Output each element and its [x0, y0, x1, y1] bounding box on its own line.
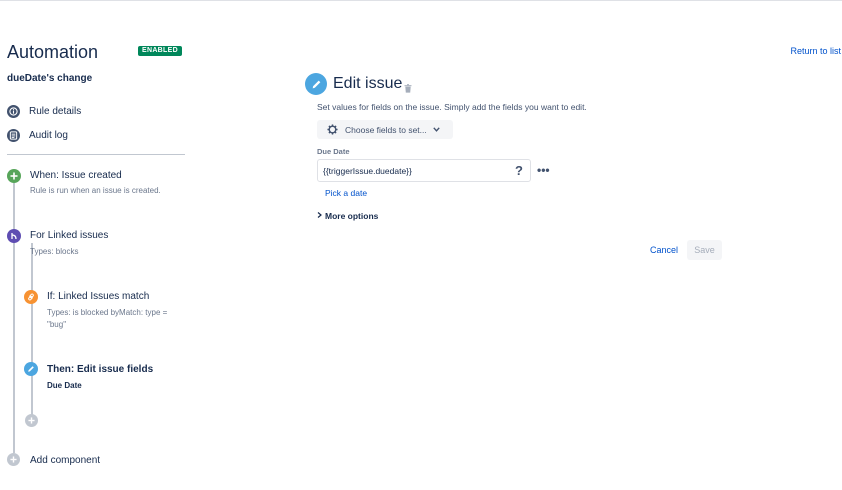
due-date-input[interactable]: [317, 159, 531, 182]
step-condition-subtitle-2: "bug": [47, 320, 67, 329]
more-icon[interactable]: •••: [537, 163, 550, 177]
branch-line: [31, 243, 33, 419]
timeline-line: [13, 183, 15, 453]
chevron-right-icon: [317, 212, 322, 218]
step-branch[interactable]: For Linked issues: [30, 230, 108, 241]
gear-icon: [327, 124, 338, 135]
more-options-label: More options: [325, 211, 379, 221]
pencil-icon: [24, 362, 38, 376]
branch-icon: [7, 229, 21, 243]
step-condition[interactable]: If: Linked Issues match: [47, 291, 149, 302]
return-to-list-link[interactable]: Return to list: [790, 46, 841, 56]
link-icon: [24, 290, 38, 304]
due-date-label: Due Date: [317, 147, 350, 156]
nav-label: Audit log: [29, 130, 68, 141]
choose-fields-dropdown[interactable]: Choose fields to set...: [317, 120, 453, 139]
nav-rule-details[interactable]: Rule details: [7, 105, 81, 118]
pick-a-date-link[interactable]: Pick a date: [325, 188, 367, 198]
edit-description: Set values for fields on the issue. Simp…: [317, 102, 587, 112]
choose-fields-label: Choose fields to set...: [345, 124, 427, 135]
enabled-badge: ENABLED: [138, 46, 182, 56]
rule-name: dueDate's change: [7, 73, 93, 84]
save-button[interactable]: Save: [687, 240, 722, 260]
sidebar-divider: [7, 154, 185, 155]
help-icon[interactable]: ?: [515, 163, 523, 178]
edit-pencil-icon: [305, 73, 327, 95]
nav-label: Rule details: [29, 106, 82, 117]
info-icon: [7, 105, 20, 118]
page-title: Automation: [7, 42, 99, 62]
add-component-button[interactable]: Add component: [30, 455, 100, 466]
step-action[interactable]: Then: Edit issue fields: [47, 364, 153, 375]
add-component-icon: [7, 453, 20, 466]
cancel-button[interactable]: Cancel: [650, 245, 678, 255]
chevron-down-icon: [433, 125, 440, 134]
add-branch-step-icon[interactable]: [25, 414, 38, 427]
trash-icon[interactable]: [404, 80, 412, 98]
step-action-subtitle: Due Date: [47, 381, 82, 390]
log-icon: [7, 129, 20, 142]
step-trigger[interactable]: When: Issue created: [30, 170, 122, 181]
more-options-toggle[interactable]: More options: [317, 211, 378, 221]
plus-icon: [7, 169, 21, 183]
step-branch-subtitle: Types: blocks: [30, 247, 79, 256]
step-condition-subtitle: Types: is blocked byMatch: type =: [47, 308, 168, 317]
top-border: [0, 0, 842, 1]
edit-issue-title: Edit issue: [333, 75, 403, 92]
step-trigger-subtitle: Rule is run when an issue is created.: [30, 186, 161, 195]
nav-audit-log[interactable]: Audit log: [7, 129, 68, 142]
